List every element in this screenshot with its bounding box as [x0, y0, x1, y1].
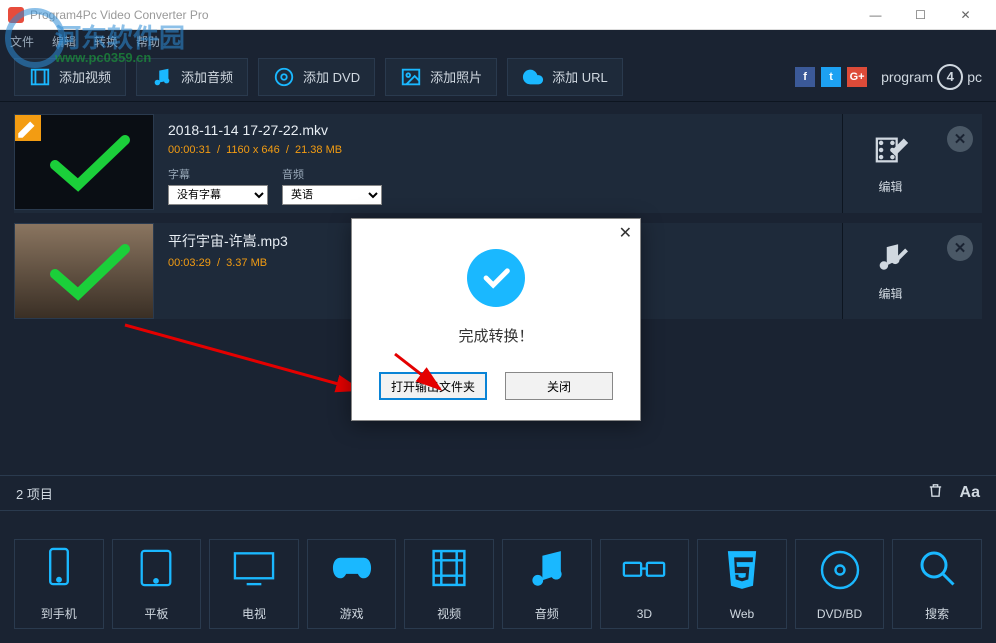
dialog-message: 完成转换！ — [372, 325, 620, 346]
add-video-button[interactable]: 添加视频 — [14, 58, 126, 96]
dock-tablet[interactable]: 平板 — [112, 539, 202, 629]
check-icon — [50, 244, 130, 304]
success-check-icon — [467, 249, 525, 307]
window-title: Program4Pc Video Converter Pro — [30, 8, 853, 22]
audio-select[interactable]: 英语 — [282, 185, 382, 205]
add-dvd-button[interactable]: 添加 DVD — [258, 58, 375, 96]
tablet-icon — [136, 546, 176, 595]
file-item: 2018-11-14 17-27-22.mkv 00:00:31 / 1160 … — [14, 114, 982, 213]
dock-game[interactable]: 游戏 — [307, 539, 397, 629]
edit-button[interactable]: 编辑 — [842, 223, 938, 319]
twitter-icon[interactable]: t — [821, 67, 841, 87]
thumbnail[interactable] — [14, 223, 154, 319]
edit-badge-icon — [15, 115, 41, 141]
dock-3d[interactable]: 3D — [600, 539, 690, 629]
dialog-close-text-button[interactable]: 关闭 — [505, 372, 613, 400]
minimize-button[interactable]: — — [853, 1, 898, 29]
remove-item-button[interactable]: ✕ — [947, 126, 973, 152]
dialog-close-button[interactable]: ✕ — [619, 223, 632, 243]
google-plus-icon[interactable]: G+ — [847, 67, 867, 87]
search-icon — [916, 546, 958, 595]
html5-icon — [723, 548, 761, 597]
disc-icon — [273, 66, 295, 88]
dock-search[interactable]: 搜索 — [892, 539, 982, 629]
audio-label: 音频 — [282, 166, 382, 182]
add-url-label: 添加 URL — [552, 67, 608, 86]
remove-item-area: ✕ — [938, 114, 982, 213]
add-dvd-label: 添加 DVD — [303, 67, 360, 86]
music-icon — [151, 66, 173, 88]
edit-label: 编辑 — [878, 178, 902, 195]
menu-convert[interactable]: 转换 — [94, 33, 118, 50]
film-icon — [429, 546, 469, 595]
cloud-icon — [522, 66, 544, 88]
remove-item-area: ✕ — [938, 223, 982, 319]
add-video-label: 添加视频 — [59, 67, 111, 86]
dock-phone[interactable]: 到手机 — [14, 539, 104, 629]
thumbnail[interactable] — [14, 114, 154, 210]
dock-tv[interactable]: 电视 — [209, 539, 299, 629]
music-edit-icon — [874, 240, 908, 279]
add-photo-label: 添加照片 — [430, 67, 482, 86]
disc-icon — [819, 548, 861, 597]
facebook-icon[interactable]: f — [795, 67, 815, 87]
subtitle-label: 字幕 — [168, 166, 268, 182]
check-icon — [50, 135, 130, 195]
brand-logo: program 4 pc — [881, 64, 982, 90]
music-note-icon — [527, 546, 567, 595]
completion-dialog: ✕ 完成转换！ 打开输出文件夹 关闭 — [351, 218, 641, 421]
add-audio-label: 添加音频 — [181, 67, 233, 86]
tv-icon — [232, 546, 276, 595]
file-name: 2018-11-14 17-27-22.mkv — [168, 122, 828, 138]
dock-dvd[interactable]: DVD/BD — [795, 539, 885, 629]
statusbar: 2 项目 Aa — [0, 475, 996, 511]
3d-glasses-icon — [621, 548, 667, 597]
add-url-button[interactable]: 添加 URL — [507, 58, 623, 96]
item-count: 2 项目 — [16, 484, 53, 503]
text-size-icon[interactable]: Aa — [960, 484, 980, 502]
menu-help[interactable]: 帮助 — [136, 33, 160, 50]
menubar: 文件 编辑 转换 帮助 — [0, 30, 996, 52]
window-controls: — ☐ ✕ — [853, 1, 988, 29]
add-audio-button[interactable]: 添加音频 — [136, 58, 248, 96]
phone-icon — [41, 546, 77, 595]
trash-icon[interactable] — [927, 482, 944, 504]
maximize-button[interactable]: ☐ — [898, 1, 943, 29]
gamepad-icon — [330, 546, 374, 595]
close-window-button[interactable]: ✕ — [943, 1, 988, 29]
dock-audio[interactable]: 音频 — [502, 539, 592, 629]
add-photo-button[interactable]: 添加照片 — [385, 58, 497, 96]
toolbar: 添加视频 添加音频 添加 DVD 添加照片 添加 URL f t G+ prog… — [0, 52, 996, 102]
remove-item-button[interactable]: ✕ — [947, 235, 973, 261]
file-meta: 00:00:31 / 1160 x 646 / 21.38 MB — [168, 144, 828, 156]
subtitle-select[interactable]: 没有字幕 — [168, 185, 268, 205]
file-info: 2018-11-14 17-27-22.mkv 00:00:31 / 1160 … — [154, 114, 842, 213]
app-icon — [8, 7, 24, 23]
toolbar-right: f t G+ program 4 pc — [795, 64, 982, 90]
titlebar: Program4Pc Video Converter Pro — ☐ ✕ — [0, 0, 996, 30]
output-format-dock: 到手机 平板 电视 游戏 视频 音频 3D Web DVD/BD 搜索 — [0, 525, 996, 643]
dock-web[interactable]: Web — [697, 539, 787, 629]
film-icon — [29, 66, 51, 88]
dock-video[interactable]: 视频 — [404, 539, 494, 629]
film-edit-icon — [874, 133, 908, 172]
menu-edit[interactable]: 编辑 — [52, 33, 76, 50]
edit-button[interactable]: 编辑 — [842, 114, 938, 213]
menu-file[interactable]: 文件 — [10, 33, 34, 50]
edit-label: 编辑 — [878, 285, 902, 302]
image-icon — [400, 66, 422, 88]
open-output-folder-button[interactable]: 打开输出文件夹 — [379, 372, 487, 400]
